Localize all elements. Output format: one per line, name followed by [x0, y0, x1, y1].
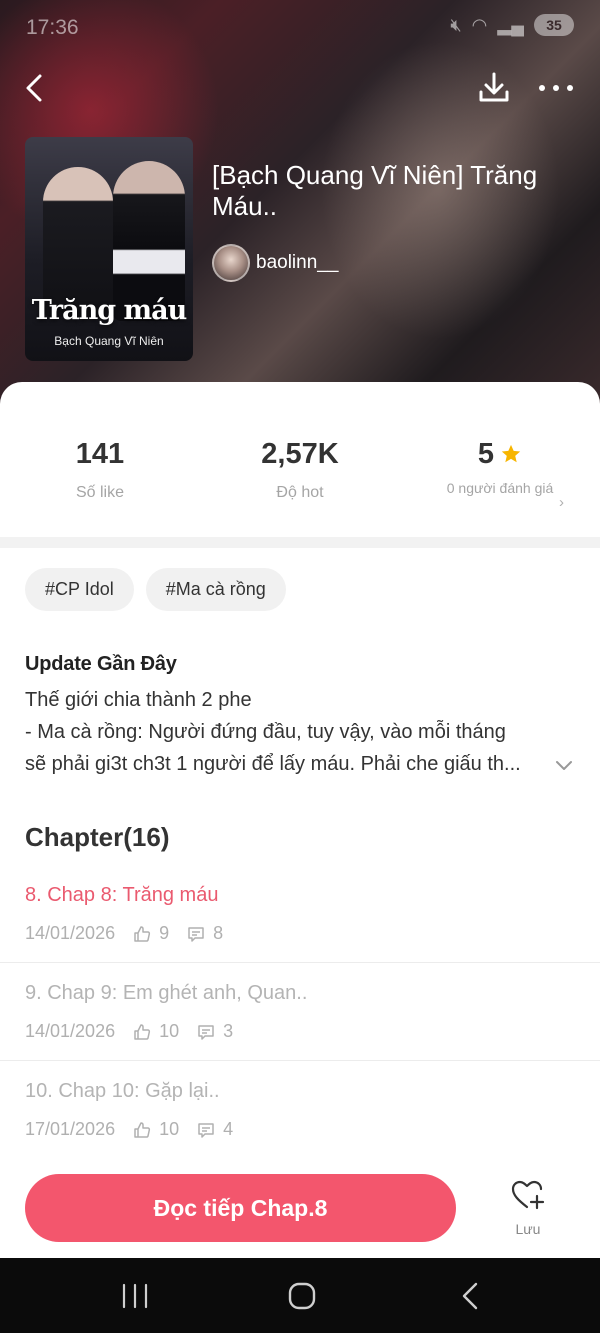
wifi-icon: ◠ — [471, 14, 488, 35]
back-arrow-icon — [462, 1282, 478, 1310]
hot-stat: 2,57K Độ hot — [200, 434, 400, 502]
chapter-likes: 10 — [159, 1119, 180, 1139]
continue-reading-button[interactable]: Đọc tiếp Chap.8 — [25, 1174, 456, 1242]
hot-label: Độ hot — [276, 484, 324, 501]
comment-icon — [188, 926, 204, 942]
system-back-button[interactable] — [452, 1280, 492, 1312]
chapter-list-heading: Chapter(16) — [25, 822, 170, 852]
status-bar: 17:36 🔇︎ ◠ ▂▄ 35 — [0, 0, 600, 56]
rating-value-row: 5 — [400, 434, 600, 474]
star-icon — [501, 444, 521, 463]
chapter-date: 17/01/2026 — [25, 1119, 116, 1139]
chapter-meta: 14/01/2026 10 3 — [25, 1021, 233, 1042]
tag-chip[interactable]: #Ma cà rồng — [145, 568, 286, 611]
home-button[interactable] — [282, 1280, 322, 1312]
section-divider — [0, 537, 600, 548]
tag-chip[interactable]: #CP Idol — [25, 568, 134, 611]
heart-add-icon — [511, 1180, 545, 1210]
thumbs-up-icon — [134, 1023, 151, 1040]
download-button[interactable] — [474, 68, 514, 108]
chapter-title: 8. Chap 8: Trăng máu — [25, 884, 219, 906]
chapter-divider — [0, 1060, 600, 1061]
thumbs-up-icon — [134, 1121, 151, 1138]
description-line: Thế giới chia thành 2 phe — [25, 689, 252, 711]
chapter-title: 10. Chap 10: Gặp lại.. — [25, 1080, 220, 1102]
more-dots-icon — [539, 85, 573, 91]
author-name: baolinn__ — [256, 252, 339, 273]
comment-icon — [198, 1024, 214, 1040]
likes-stat: 141 Số like — [0, 434, 200, 502]
top-navigation — [0, 60, 600, 116]
tag-list: #CP Idol #Ma cà rồng — [25, 568, 286, 611]
recent-apps-button[interactable] — [115, 1280, 155, 1312]
system-navigation-bar — [0, 1258, 600, 1333]
rating-label: 0 người đánh giá — [446, 480, 554, 496]
story-cover[interactable]: Trăng máu Bạch Quang Vĩ Niên — [25, 137, 193, 361]
story-description: Thế giới chia thành 2 phe - Ma cà rồng: … — [25, 684, 555, 780]
recent-apps-icon — [122, 1283, 148, 1309]
chapter-comments: 8 — [213, 923, 224, 943]
story-details-sheet: 141 Số like 2,57K Độ hot 5 0 người đánh … — [0, 382, 600, 1258]
chapter-date: 14/01/2026 — [25, 923, 116, 943]
likes-label: Số like — [75, 484, 125, 501]
more-options-button[interactable] — [536, 68, 576, 108]
download-icon — [479, 72, 509, 102]
rating-stat[interactable]: 5 0 người đánh giá — [400, 434, 600, 498]
cover-title: Trăng máu — [31, 295, 187, 326]
battery-icon: 35 — [534, 14, 574, 36]
status-icons: 🔇︎ ◠ ▂▄ 35 — [450, 14, 574, 36]
chapter-meta: 17/01/2026 10 4 — [25, 1119, 233, 1140]
hot-count: 2,57K — [261, 437, 339, 470]
signal-icon: ▂▄ — [497, 14, 524, 35]
chevron-right-icon: › — [559, 494, 564, 511]
chapter-likes: 10 — [159, 1021, 180, 1041]
chapter-meta: 14/01/2026 9 8 — [25, 923, 223, 944]
description-line: - Ma cà rồng: Người đứng đầu, tuy vậy, v… — [25, 721, 506, 743]
author-link[interactable]: baolinn__ — [212, 243, 338, 283]
back-button[interactable] — [18, 68, 54, 108]
comment-icon — [198, 1122, 214, 1138]
likes-count: 141 — [75, 437, 125, 470]
chapter-item[interactable]: 8. Chap 8: Trăng máu 14/01/2026 9 8 — [0, 884, 600, 982]
rating-value: 5 — [477, 437, 495, 470]
chevron-left-icon — [26, 74, 42, 102]
save-label: Lưu — [515, 1221, 541, 1237]
expand-description-button[interactable] — [553, 754, 575, 776]
home-icon — [288, 1282, 316, 1310]
chapter-date: 14/01/2026 — [25, 1021, 116, 1041]
description-line: sẽ phải gi3t ch3t 1 người để lấy máu. Ph… — [25, 753, 521, 775]
chapter-comments: 4 — [223, 1119, 234, 1139]
stats-row: 141 Số like 2,57K Độ hot 5 0 người đánh … — [0, 382, 600, 537]
author-avatar — [212, 244, 250, 282]
cover-subtitle: Bạch Quang Vĩ Niên — [54, 334, 164, 348]
description-heading: Update Gần Đây — [25, 653, 177, 675]
chevron-down-icon — [556, 761, 572, 770]
bottom-action-bar: Đọc tiếp Chap.8 Lưu — [0, 1160, 600, 1258]
save-button[interactable]: Lưu — [498, 1178, 558, 1244]
chapter-comments: 3 — [223, 1021, 234, 1041]
chapter-item[interactable]: 9. Chap 9: Em ghét anh, Quan.. 14/01/202… — [0, 982, 600, 1080]
story-title: [Bạch Quang Vĩ Niên] Trăng Máu.. — [212, 160, 538, 221]
mute-icon: 🔇︎ — [450, 14, 462, 35]
status-time: 17:36 — [26, 16, 79, 39]
thumbs-up-icon — [134, 925, 151, 942]
chapter-divider — [0, 962, 600, 963]
chapter-likes: 9 — [159, 923, 170, 943]
chapter-title: 9. Chap 9: Em ghét anh, Quan.. — [25, 982, 308, 1004]
